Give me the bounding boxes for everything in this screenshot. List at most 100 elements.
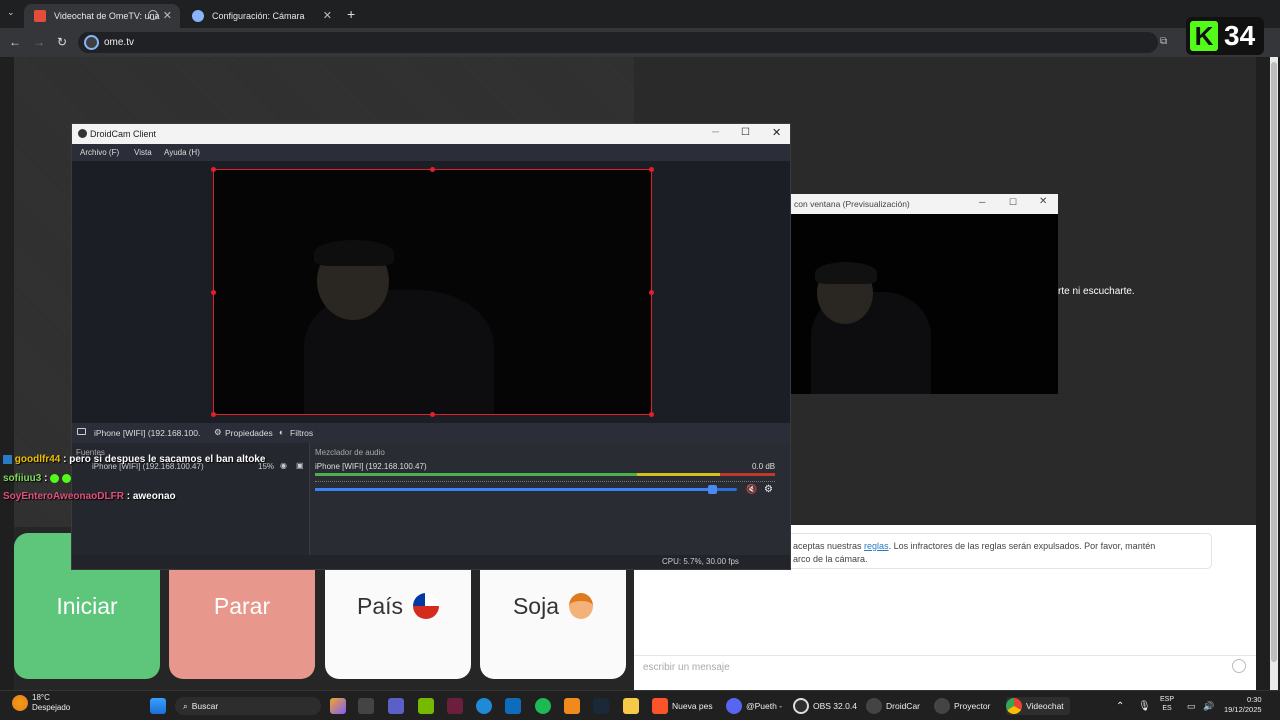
close-icon[interactable]: ✕ xyxy=(1039,196,1047,207)
ometv-favicon-icon xyxy=(34,10,46,22)
chrome-icon xyxy=(1006,698,1022,714)
camera-preview[interactable] xyxy=(213,169,652,415)
volume-icon[interactable]: 🔊 xyxy=(1203,697,1214,715)
app-icon[interactable] xyxy=(447,697,463,715)
start-windows-icon[interactable] xyxy=(150,697,166,715)
taskbar-app[interactable]: OBS 32.0.4 xyxy=(793,697,857,715)
steam-icon[interactable] xyxy=(593,697,609,715)
volume-knob[interactable] xyxy=(707,485,717,494)
address-bar[interactable]: ome.tv xyxy=(78,32,1158,53)
scrollbar[interactable] xyxy=(1270,57,1278,690)
brave-icon xyxy=(652,698,668,714)
close-tab-icon[interactable]: ✕ xyxy=(323,9,332,22)
maximize-icon[interactable]: ☐ xyxy=(1009,197,1017,208)
emoji-icon[interactable] xyxy=(1232,659,1246,673)
volume-slider[interactable] xyxy=(315,485,737,494)
emote-icon xyxy=(62,473,72,483)
menu-help[interactable]: Ayuda (H) xyxy=(164,148,200,157)
minimize-icon[interactable]: ─ xyxy=(712,127,719,138)
gender-label: Soja xyxy=(512,592,560,619)
droidcam-icon xyxy=(866,698,882,714)
tab-videochat[interactable]: Videochat de OmeTV: una ✕ xyxy=(24,4,180,28)
rules-link[interactable]: reglas xyxy=(864,541,889,551)
nvidia-icon[interactable] xyxy=(418,697,434,715)
explorer-icon[interactable] xyxy=(623,697,639,715)
menu-file[interactable]: Archivo (F) xyxy=(80,148,119,157)
cpu-fps-status: CPU: 5.7%, 30.00 fps xyxy=(662,557,739,566)
chevron-up-icon[interactable]: ⌃ xyxy=(1116,697,1124,715)
store-icon[interactable] xyxy=(358,697,374,715)
camera-icon xyxy=(77,428,86,435)
settings-gear-icon xyxy=(192,10,204,22)
rules-notice: aceptas nuestras reglas. Los infractores… xyxy=(784,533,1212,569)
properties-gear-icon[interactable]: ⚙ xyxy=(214,427,222,438)
taskbar-search[interactable]: ⌕ Buscar xyxy=(175,697,321,715)
microphone-icon[interactable]: 🎙 xyxy=(1138,697,1151,715)
tab-title: Videochat de OmeTV: una xyxy=(54,11,160,21)
language-indicator[interactable]: ESP ES xyxy=(1160,695,1174,713)
install-icon[interactable]: ⧉ xyxy=(1160,36,1167,47)
clock[interactable]: 0:30 19/12/2025 xyxy=(1224,695,1262,714)
menu-view[interactable]: Vista xyxy=(134,148,152,157)
audio-meter xyxy=(315,473,775,476)
mixer-title: Mezclador de audio xyxy=(315,448,385,457)
lock-icon[interactable]: ▣ xyxy=(296,461,304,470)
back-icon[interactable]: ← xyxy=(9,35,21,49)
kick-logo: K xyxy=(1190,21,1218,51)
new-tab-button[interactable]: + xyxy=(347,6,355,22)
chile-flag-icon xyxy=(413,593,440,619)
taskbar-app[interactable]: Videochat xyxy=(1006,697,1070,715)
maximize-icon[interactable]: ☐ xyxy=(741,127,750,138)
site-info-icon[interactable] xyxy=(84,35,99,50)
copilot-icon[interactable] xyxy=(330,697,346,715)
droidcam-app-icon xyxy=(78,129,87,138)
taskbar-app[interactable]: Proyector xyxy=(934,697,990,715)
chat-message: sofiiuu3 : xyxy=(3,473,72,484)
forward-icon[interactable]: → xyxy=(33,35,45,49)
taskbar-app[interactable]: @Pueth - xyxy=(726,697,782,715)
kick-viewer-badge: K 34 xyxy=(1186,17,1264,55)
tab-title: Configuración: Cámara xyxy=(212,11,305,21)
chat-text: : xyxy=(44,473,48,484)
taskbar-app[interactable]: Nueva pes xyxy=(652,697,713,715)
source-name: iPhone [WIFI] (192.168.100. xyxy=(94,428,201,438)
filters-icon[interactable]: ◐ xyxy=(279,427,284,437)
droidcam-titlebar: DroidCam Client ─ ☐ ✕ xyxy=(72,124,790,144)
network-icon[interactable]: ▭ xyxy=(1187,697,1196,715)
vlc-icon[interactable] xyxy=(564,697,580,715)
droidcam-title: DroidCam Client xyxy=(90,129,157,139)
start-label: Iniciar xyxy=(56,592,118,619)
mixer-settings-gear-icon[interactable]: ⚙ xyxy=(764,484,773,495)
spotify-icon[interactable] xyxy=(535,697,551,715)
chat-user: sofiiuu3 xyxy=(3,473,42,484)
weather-widget[interactable]: 18°C Despejado xyxy=(12,693,70,712)
tab-search-icon[interactable]: ⌄ xyxy=(7,7,15,18)
clock-time: 0:30 xyxy=(1246,695,1262,704)
message-input[interactable]: escribir un mensaje xyxy=(643,662,730,673)
properties-button[interactable]: Propiedades xyxy=(225,428,273,438)
filters-button[interactable]: Filtros xyxy=(290,428,313,438)
edge-icon[interactable] xyxy=(476,697,492,715)
chat-message: goodlfr44 : pero si despues le sacamos e… xyxy=(3,454,265,465)
visibility-eye-icon[interactable]: ◉ xyxy=(280,461,287,470)
reload-icon[interactable]: ↻ xyxy=(57,35,67,49)
taskbar-app[interactable]: DroidCar xyxy=(866,697,920,715)
projector-title: con ventana (Previsualización) xyxy=(794,199,910,209)
mute-icon[interactable]: 🔇 xyxy=(746,484,757,495)
close-tab-icon[interactable]: ✕ xyxy=(163,9,172,22)
chat-message: SoyEnteroAweonaoDLFR : aweonao xyxy=(3,491,176,502)
chat-badge-icon xyxy=(3,454,12,464)
minimize-icon[interactable]: ─ xyxy=(979,197,985,207)
taskbar-app-label: OBS 32.0.4 xyxy=(813,701,857,711)
close-icon[interactable]: ✕ xyxy=(772,126,781,139)
audio-mixer-dock: Mezclador de audio iPhone [WIFI] (192.16… xyxy=(310,443,790,555)
teams-icon[interactable] xyxy=(388,697,404,715)
recording-icon xyxy=(148,10,158,20)
discord-icon xyxy=(726,698,742,714)
status-bar: CPU: 5.7%, 30.00 fps xyxy=(72,555,790,569)
tab-settings[interactable]: Configuración: Cámara ✕ xyxy=(182,4,340,28)
mail-icon[interactable] xyxy=(505,697,521,715)
projector-titlebar: con ventana (Previsualización) ─ ☐ ✕ xyxy=(791,194,1058,214)
projector-preview xyxy=(791,214,1058,394)
taskbar-app-label: DroidCar xyxy=(886,701,921,711)
